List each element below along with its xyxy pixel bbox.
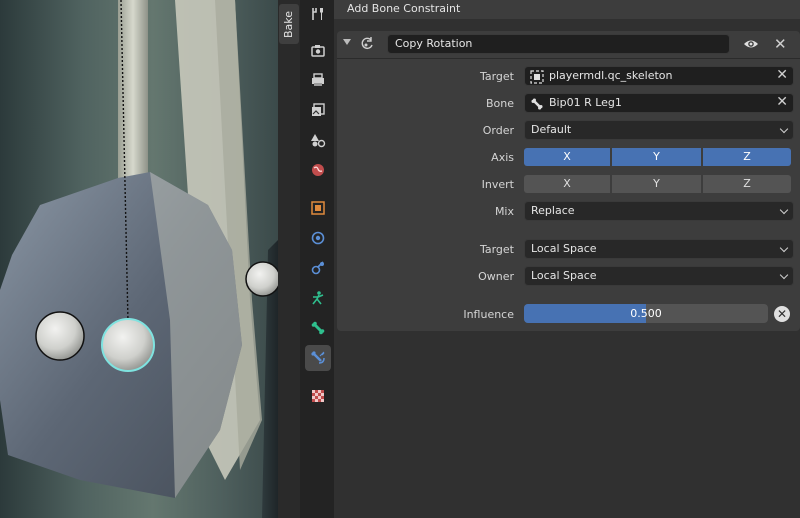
chevron-down-icon (779, 243, 789, 253)
target-space-label: Target (479, 243, 514, 256)
bake-tab-label: Bake (282, 10, 296, 38)
tab-physics[interactable] (305, 255, 331, 281)
bone-field[interactable]: Bip01 R Leg1 ✕ (524, 93, 794, 113)
tab-scene[interactable] (305, 127, 331, 153)
texture-icon (312, 390, 324, 402)
close-icon[interactable]: ✕ (774, 36, 787, 52)
tab-output[interactable] (305, 67, 331, 93)
world-icon (312, 164, 324, 176)
eye-icon[interactable] (743, 37, 759, 51)
constraint-name-field[interactable]: Copy Rotation (387, 34, 730, 54)
tab-texture[interactable] (305, 383, 331, 409)
order-label: Order (482, 124, 514, 137)
properties-tab-column (300, 0, 334, 518)
scene-icon (311, 134, 326, 148)
add-bone-constraint-button[interactable]: Add Bone Constraint (347, 2, 460, 15)
disable-keep-transform-icon[interactable]: ✕ (774, 306, 790, 322)
object-icon (311, 201, 325, 215)
physics-icon (311, 261, 324, 275)
tab-render[interactable] (305, 38, 331, 64)
3d-viewport[interactable] (0, 0, 278, 518)
properties-editor: Add Bone Constraint Copy Rotation ✕ Targ… (334, 0, 800, 518)
output-icon (312, 73, 324, 86)
armature-object-icon (530, 70, 544, 84)
mix-value: Replace (531, 204, 575, 217)
render-icon (311, 45, 325, 57)
tab-object[interactable] (305, 195, 331, 221)
chevron-down-icon (779, 270, 789, 280)
invert-z-toggle[interactable]: Z (703, 175, 791, 193)
viewport-scene (0, 0, 278, 518)
armature-icon (312, 291, 324, 305)
tab-world[interactable] (305, 157, 331, 183)
constraint-panel: Copy Rotation ✕ Target playermdl.qc_skel… (337, 31, 800, 331)
axis-x-toggle[interactable]: X (524, 148, 610, 166)
bone-constraint-icon (311, 351, 325, 364)
modifier-icon (311, 231, 325, 245)
tab-view-layer[interactable] (305, 97, 331, 123)
chevron-down-icon (779, 205, 789, 215)
influence-label: Influence (463, 308, 514, 321)
collapse-arrow-icon[interactable] (343, 39, 351, 45)
order-value: Default (531, 123, 572, 136)
bone-icon (311, 321, 325, 335)
axis-label: Axis (491, 151, 514, 164)
tab-bone-constraints[interactable] (305, 345, 331, 371)
target-label: Target (479, 70, 514, 83)
tool-icon (312, 8, 323, 20)
axis-z-toggle[interactable]: Z (703, 148, 791, 166)
order-dropdown[interactable]: Default (524, 120, 794, 140)
owner-space-label: Owner (478, 270, 514, 283)
target-value: playermdl.qc_skeleton (549, 69, 673, 82)
chevron-down-icon (779, 124, 789, 134)
mix-dropdown[interactable]: Replace (524, 201, 794, 221)
bake-tab[interactable]: Bake (279, 4, 299, 44)
invert-label: Invert (481, 178, 514, 191)
target-space-value: Local Space (531, 242, 597, 255)
bone-value: Bip01 R Leg1 (549, 96, 622, 109)
mix-label: Mix (494, 205, 514, 218)
invert-x-toggle[interactable]: X (524, 175, 610, 193)
tab-modifiers[interactable] (305, 225, 331, 251)
invert-y-toggle[interactable]: Y (612, 175, 701, 193)
clear-bone-icon[interactable]: ✕ (776, 94, 788, 110)
axis-y-toggle[interactable]: Y (612, 148, 701, 166)
bone-icon (531, 98, 543, 110)
bone-label: Bone (485, 97, 514, 110)
constraint-header: Copy Rotation ✕ (337, 31, 800, 59)
clear-target-icon[interactable]: ✕ (776, 67, 788, 83)
view-layer-icon (312, 103, 325, 116)
tab-bone[interactable] (305, 315, 331, 341)
tab-object-data[interactable] (305, 285, 331, 311)
target-field[interactable]: playermdl.qc_skeleton ✕ (524, 66, 794, 86)
owner-space-value: Local Space (531, 269, 597, 282)
sidebar-tab-strip: Bake (278, 0, 300, 518)
tab-tool[interactable] (305, 1, 331, 27)
add-constraint-bar[interactable]: Add Bone Constraint (334, 0, 800, 19)
owner-space-dropdown[interactable]: Local Space (524, 266, 794, 286)
influence-value: 0.500 (630, 307, 662, 320)
copy-rotation-icon (361, 37, 373, 50)
target-space-dropdown[interactable]: Local Space (524, 239, 794, 259)
influence-slider[interactable]: 0.500 (524, 304, 768, 323)
